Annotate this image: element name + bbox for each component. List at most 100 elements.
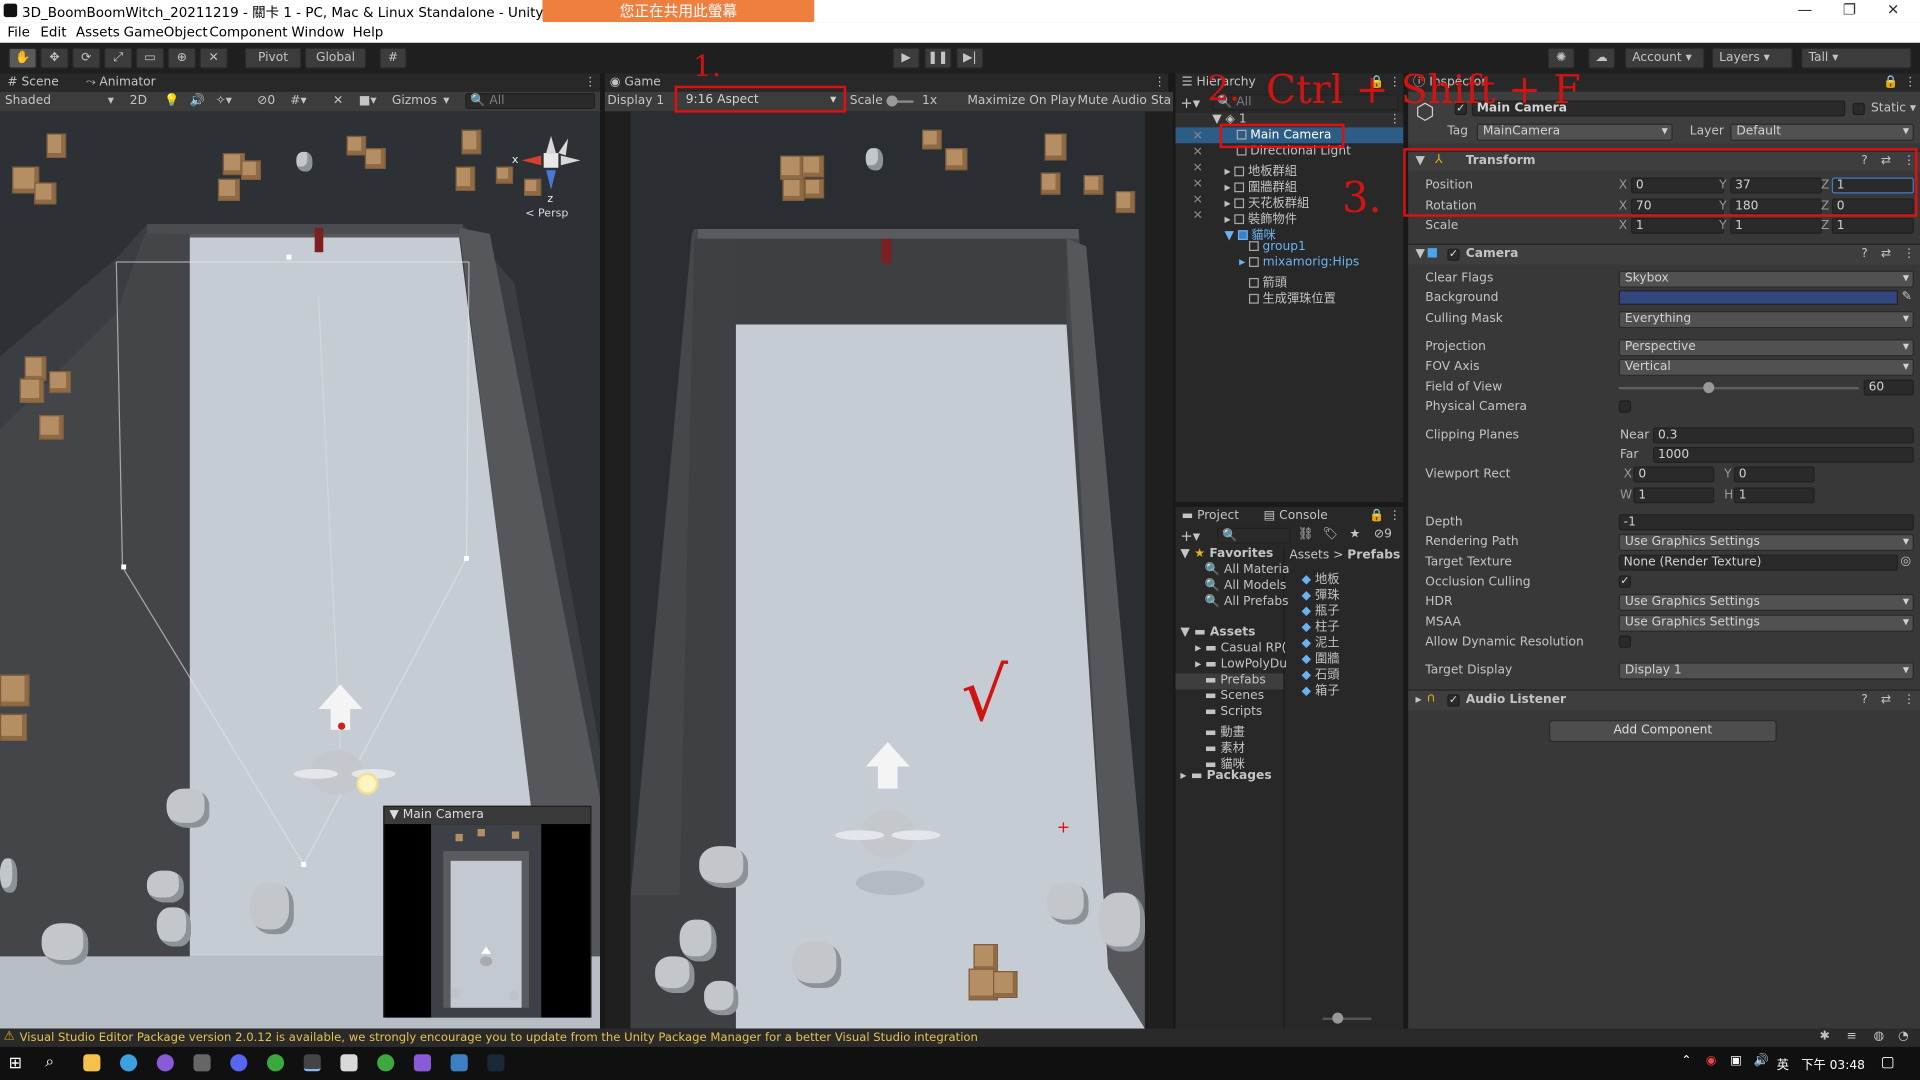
projection-dropdown[interactable]: Perspective ▾: [1618, 339, 1914, 357]
viewport-y-field[interactable]: 0: [1733, 466, 1815, 483]
physical-camera-checkbox[interactable]: [1618, 400, 1632, 413]
menu-component[interactable]: Component: [209, 24, 287, 40]
fov-slider-handle[interactable]: [1702, 382, 1714, 394]
grid-snap-icon[interactable]: #: [379, 47, 407, 69]
status-warning-text[interactable]: Visual Studio Editor Package version 2.0…: [20, 1031, 978, 1044]
visual-studio-icon[interactable]: [413, 1054, 432, 1072]
occlusion-culling-checkbox[interactable]: ✓: [1618, 575, 1632, 588]
camera-enabled-checkbox[interactable]: ✓: [1447, 248, 1460, 261]
folder-scenes[interactable]: ▬ Scenes: [1205, 689, 1264, 702]
inspector-menu-icon[interactable]: ⋮: [1904, 73, 1916, 93]
chrome-icon[interactable]: [377, 1054, 395, 1072]
visibility-icon[interactable]: ✕: [1193, 162, 1203, 175]
layer-dropdown[interactable]: Default ▾: [1730, 123, 1914, 141]
visibility-icon[interactable]: ✕: [1193, 209, 1203, 222]
component-menu-icon[interactable]: ⋮: [1903, 693, 1915, 706]
tab-game[interactable]: ◉ Game: [610, 73, 661, 93]
static-dropdown[interactable]: Static ▾: [1871, 102, 1916, 115]
unity-taskbar-icon[interactable]: [303, 1054, 321, 1072]
visibility-icon[interactable]: ✕: [1193, 146, 1203, 159]
grid-icon[interactable]: #▾: [290, 94, 306, 107]
preset-icon[interactable]: ⇄: [1881, 247, 1891, 260]
favorite-all-models[interactable]: 🔍 All Models: [1205, 579, 1286, 592]
scale-tool-icon[interactable]: ⤢: [104, 47, 133, 69]
menu-window[interactable]: Window: [291, 24, 344, 40]
move-tool-icon[interactable]: ✥: [40, 47, 69, 69]
menu-assets[interactable]: Assets: [76, 24, 120, 40]
fov-slider-track[interactable]: [1618, 386, 1859, 390]
tab-project[interactable]: ▬ Project: [1182, 507, 1239, 527]
project-search-input[interactable]: 🔍: [1217, 527, 1291, 544]
display-dropdown[interactable]: Display 1: [607, 94, 664, 107]
persp-label[interactable]: < Persp: [525, 208, 568, 220]
tab-animator[interactable]: ⤳ Animator: [86, 73, 156, 93]
folder-prefabs[interactable]: ▬ Prefabs: [1175, 673, 1284, 690]
screen-share-banner[interactable]: 您正在共用此螢幕: [542, 0, 815, 24]
layout-dropdown[interactable]: Tall ▾: [1801, 47, 1912, 69]
globe-icon[interactable]: ◍: [1873, 1030, 1884, 1043]
scene-menu-icon[interactable]: ⋮: [584, 73, 596, 93]
clock[interactable]: 下午 03:48: [1801, 1054, 1865, 1072]
rotate-tool-icon[interactable]: ⟳: [72, 47, 101, 69]
menu-help[interactable]: Help: [353, 24, 384, 40]
audio-listener-checkbox[interactable]: ✓: [1447, 694, 1460, 707]
hidden-objects-count[interactable]: ⊘0: [257, 94, 275, 107]
object-picker-icon[interactable]: ◎: [1900, 555, 1911, 568]
assets-section[interactable]: ▼ ▬ Assets: [1180, 626, 1255, 639]
menu-file[interactable]: File: [7, 24, 30, 40]
target-display-dropdown[interactable]: Display 1 ▾: [1618, 662, 1914, 680]
prefab-item[interactable]: ◆ 箱子: [1302, 680, 1340, 697]
minimize-button[interactable]: —: [1798, 1, 1813, 18]
visibility-icon[interactable]: ✕: [1193, 130, 1203, 143]
hand-tool-icon[interactable]: ✋: [8, 47, 37, 69]
app-icon[interactable]: [340, 1054, 358, 1072]
filter-type-icon[interactable]: ⛓: [1298, 528, 1314, 541]
visibility-icon[interactable]: ✕: [1193, 178, 1203, 191]
gizmos-dropdown[interactable]: Gizmos: [392, 94, 437, 107]
visibility-icon[interactable]: ✕: [1193, 193, 1203, 206]
lighting-icon[interactable]: 💡: [164, 94, 179, 107]
chevron-up-icon[interactable]: ⌃: [1681, 1054, 1691, 1067]
progress-icon[interactable]: ◔: [1898, 1030, 1909, 1043]
lock-icon[interactable]: 🔒: [1369, 507, 1384, 527]
scale-y-field[interactable]: 1: [1730, 217, 1823, 234]
background-color-swatch[interactable]: [1618, 290, 1898, 305]
audio-icon[interactable]: 🔊: [190, 94, 205, 107]
rect-tool-icon[interactable]: ▭: [135, 47, 165, 69]
viewport-h-field[interactable]: 1: [1733, 487, 1815, 504]
game-viewport[interactable]: +: [630, 111, 1145, 1029]
icon-size-slider-handle[interactable]: [1332, 1012, 1344, 1024]
filter-label-icon[interactable]: 🏷: [1322, 528, 1338, 541]
add-icon[interactable]: +▾: [1180, 528, 1200, 545]
folder-lowpoly[interactable]: ▸ ▬ LowPolyDu: [1195, 658, 1287, 671]
close-button[interactable]: ✕: [1887, 1, 1899, 18]
msaa-dropdown[interactable]: Use Graphics Settings ▾: [1618, 614, 1914, 632]
folder-casual-rpg[interactable]: ▸ ▬ Casual RP(: [1195, 642, 1286, 655]
viewport-x-field[interactable]: 0: [1633, 466, 1715, 483]
static-checkbox[interactable]: [1852, 102, 1865, 116]
add-icon[interactable]: +▾: [1180, 94, 1200, 111]
windows-start-icon[interactable]: ⊞: [9, 1054, 22, 1072]
menu-edit[interactable]: Edit: [40, 24, 66, 40]
maximize-on-play-toggle[interactable]: Maximize On Play: [967, 94, 1076, 107]
depth-field[interactable]: -1: [1618, 514, 1914, 531]
tab-console[interactable]: ▤ Console: [1264, 507, 1328, 527]
shading-dropdown[interactable]: Shaded: [5, 94, 51, 107]
cache-icon[interactable]: ≡: [1847, 1030, 1857, 1043]
step-button[interactable]: ▶|: [956, 47, 984, 69]
game-menu-icon[interactable]: ⋮: [1153, 73, 1165, 93]
pivot-toggle[interactable]: Pivot: [244, 47, 302, 69]
foldout-icon[interactable]: ▼: [1416, 247, 1425, 260]
help-icon[interactable]: ?: [1861, 247, 1868, 260]
lock-icon[interactable]: 🔒: [1883, 73, 1898, 93]
dynamic-resolution-checkbox[interactable]: [1618, 635, 1632, 648]
favorite-icon[interactable]: ★: [1349, 528, 1360, 541]
menu-gameobject[interactable]: GameObject: [124, 24, 208, 40]
ime-indicator[interactable]: 英: [1777, 1054, 1789, 1072]
2d-toggle[interactable]: 2D: [130, 94, 147, 107]
scale-z-field[interactable]: 1: [1831, 217, 1914, 234]
favorite-all-materials[interactable]: 🔍 All Materia: [1205, 563, 1290, 576]
foldout-icon[interactable]: ▸: [1416, 693, 1422, 706]
target-texture-field[interactable]: None (Render Texture): [1618, 554, 1898, 571]
scene-viewport[interactable]: x z < Persp ▼ Main Camera: [0, 111, 601, 1029]
